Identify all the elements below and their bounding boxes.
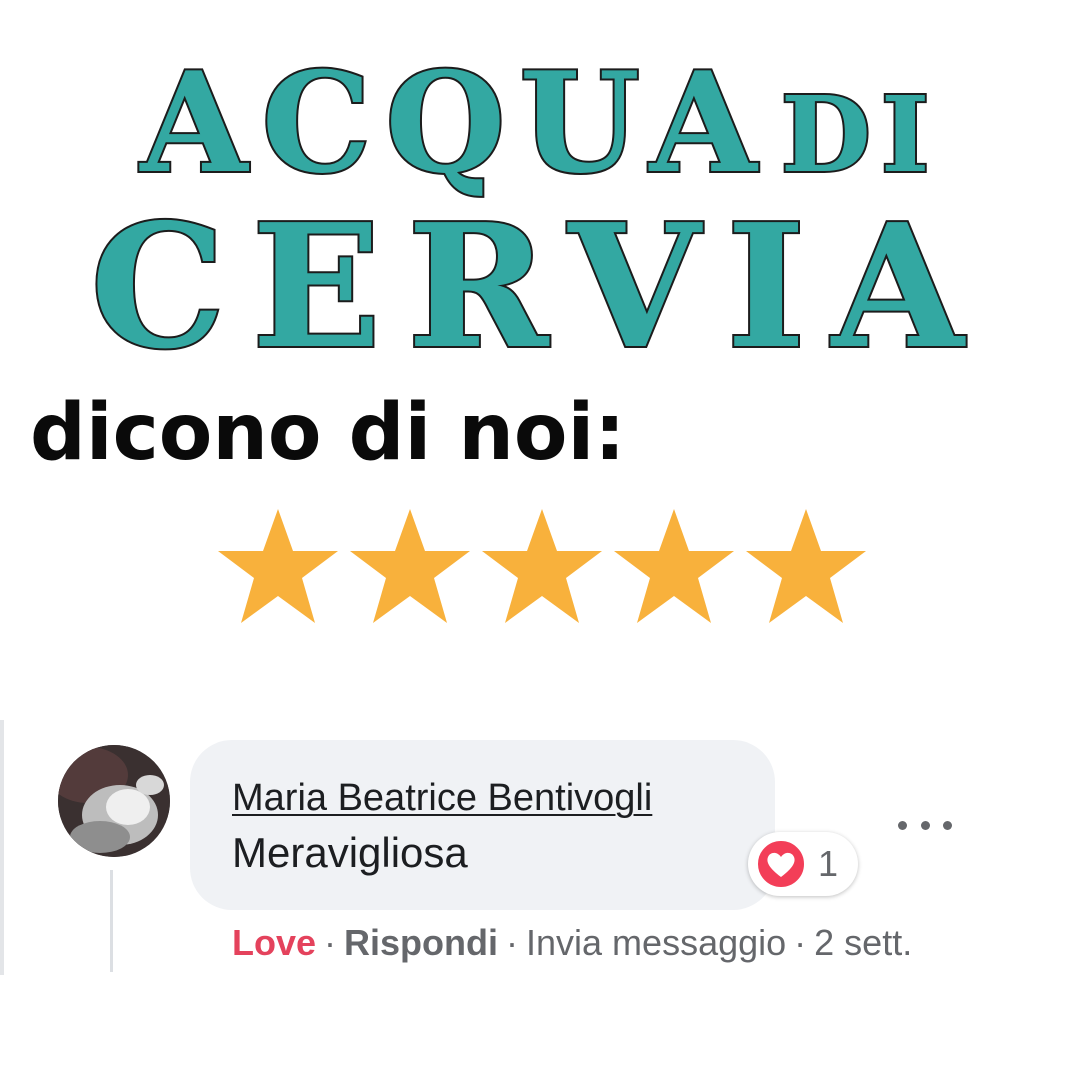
ellipsis-dot bbox=[920, 820, 930, 830]
heart-love-icon bbox=[754, 837, 808, 891]
separator: · bbox=[506, 922, 519, 963]
comment-bubble: Maria Beatrice Bentivogli Meravigliosa bbox=[190, 740, 775, 910]
thread-left-border bbox=[0, 720, 4, 975]
separator: · bbox=[794, 922, 807, 963]
logo-word-acqua: ACQUA bbox=[138, 41, 771, 204]
reaction-summary[interactable]: 1 bbox=[748, 832, 858, 896]
send-message-link[interactable]: Invia messaggio bbox=[526, 922, 786, 963]
star-icon bbox=[741, 505, 871, 630]
logo-line-1: ACQUADI bbox=[0, 46, 1080, 210]
star-icon bbox=[609, 505, 739, 630]
comment-text: Meravigliosa bbox=[232, 829, 468, 876]
comment-timestamp[interactable]: 2 sett. bbox=[814, 922, 912, 963]
logo-line-2: CERVIA bbox=[88, 187, 990, 387]
love-button[interactable]: Love bbox=[232, 922, 316, 963]
ellipsis-dot bbox=[898, 820, 907, 830]
star-icon bbox=[477, 505, 607, 630]
post-image: ACQUADI CERVIA dicono di noi: Maria Beat… bbox=[0, 0, 1080, 1080]
reply-thread-line bbox=[110, 870, 113, 972]
star-icon bbox=[345, 505, 475, 630]
avatar-photo bbox=[58, 745, 170, 857]
headline: dicono di noi: bbox=[30, 388, 626, 478]
reaction-count: 1 bbox=[818, 843, 839, 884]
avatar[interactable] bbox=[58, 745, 170, 857]
star-icon bbox=[213, 505, 343, 630]
comment-actions: Love · Rispondi · Invia messaggio · 2 sett. bbox=[232, 918, 912, 968]
comment-author[interactable]: Maria Beatrice Bentivogli bbox=[232, 776, 652, 820]
logo-word-di: DI bbox=[779, 71, 940, 198]
ellipsis-dot bbox=[943, 820, 952, 830]
ellipsis-icon[interactable] bbox=[898, 810, 952, 840]
separator: · bbox=[324, 922, 337, 963]
star-rating bbox=[213, 505, 873, 630]
reply-button[interactable]: Rispondi bbox=[344, 922, 498, 963]
